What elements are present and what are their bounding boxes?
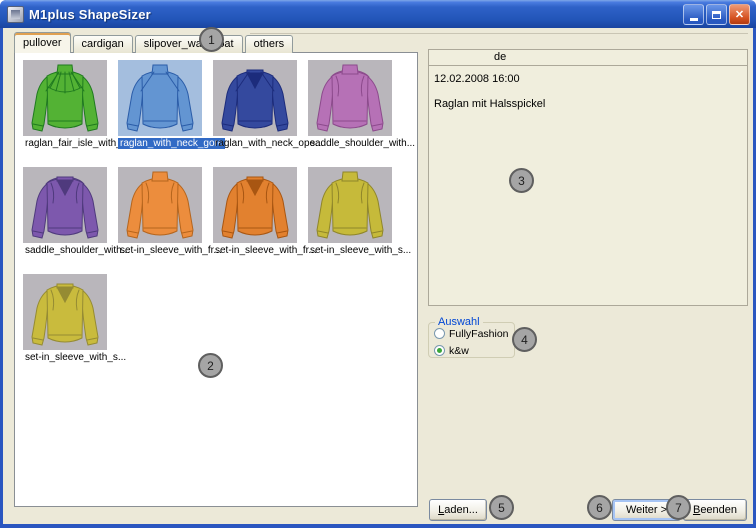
callout-5: 5 bbox=[489, 495, 514, 520]
annotation-callout-number: 5 bbox=[498, 501, 505, 515]
shapesizer-window: M1plus ShapeSizer ✕ pullovercardiganslip… bbox=[0, 0, 756, 528]
title-bar: M1plus ShapeSizer ✕ bbox=[0, 0, 756, 28]
auswahl-groupbox-label: Auswahl bbox=[435, 316, 483, 329]
annotation-callout-number: 7 bbox=[675, 501, 682, 515]
annotation-callout-number: 2 bbox=[207, 359, 214, 373]
info-description: Raglan mit Halsspickel bbox=[434, 98, 747, 110]
radio-option-1[interactable]: k&w bbox=[434, 344, 514, 357]
info-language-header: de bbox=[429, 50, 747, 66]
tab-strip-extension-line bbox=[250, 33, 748, 34]
gallery-item-5[interactable]: set-in_sleeve_with_fr... bbox=[118, 167, 202, 257]
gallery-item-label: raglan_fair_isle_with_... bbox=[23, 138, 132, 149]
gallery-item-2[interactable]: raglan_with_neck_ope... bbox=[213, 60, 297, 150]
sweater-icon bbox=[213, 60, 297, 136]
radio-option-label: k&w bbox=[449, 345, 469, 357]
shape-grid: raglan_fair_isle_with_... raglan_with_ne… bbox=[15, 53, 417, 506]
gallery-item-4[interactable]: saddle_shoulder_with... bbox=[23, 167, 107, 257]
shape-list-panel: raglan_fair_isle_with_... raglan_with_ne… bbox=[14, 52, 418, 507]
tab-others[interactable]: others bbox=[245, 35, 294, 53]
tab-cardigan[interactable]: cardigan bbox=[73, 35, 133, 53]
annotation-callout-number: 1 bbox=[208, 33, 215, 47]
sweater-icon bbox=[23, 60, 107, 136]
sweater-icon bbox=[308, 60, 392, 136]
callout-1: 1 bbox=[199, 27, 224, 52]
maximize-icon bbox=[712, 11, 721, 19]
gallery-item-label: set-in_sleeve_with_s... bbox=[23, 352, 128, 363]
annotation-callout-number: 3 bbox=[518, 174, 525, 188]
gallery-item-0[interactable]: raglan_fair_isle_with_... bbox=[23, 60, 107, 150]
callout-6: 6 bbox=[587, 495, 612, 520]
gallery-item-label: saddle_shoulder_with... bbox=[23, 245, 132, 256]
maximize-button[interactable] bbox=[706, 4, 727, 25]
gallery-item-8[interactable]: set-in_sleeve_with_s... bbox=[23, 274, 107, 364]
auswahl-groupbox: Auswahl FullyFashion k&w bbox=[428, 322, 515, 358]
callout-4: 4 bbox=[512, 327, 537, 352]
sweater-icon bbox=[118, 60, 202, 136]
gallery-item-1[interactable]: raglan_with_neck_gore bbox=[118, 60, 202, 150]
radio-icon bbox=[434, 328, 445, 339]
info-date: 12.02.2008 16:00 bbox=[434, 73, 747, 85]
close-icon: ✕ bbox=[735, 8, 744, 21]
callout-7: 7 bbox=[666, 495, 691, 520]
gallery-item-label: raglan_with_neck_gore bbox=[118, 138, 225, 149]
radio-option-label: FullyFashion bbox=[449, 328, 509, 340]
annotation-callout-number: 6 bbox=[596, 501, 603, 515]
window-title: M1plus ShapeSizer bbox=[29, 7, 151, 22]
sweater-icon bbox=[23, 167, 107, 243]
beenden-button[interactable]: Beenden bbox=[683, 499, 747, 521]
laden-button[interactable]: Laden... bbox=[429, 499, 487, 521]
radio-icon bbox=[434, 345, 445, 356]
tab-pullover[interactable]: pullover bbox=[14, 32, 71, 53]
gallery-item-label: saddle_shoulder_with... bbox=[308, 138, 417, 149]
gallery-item-label: set-in_sleeve_with_fr... bbox=[118, 245, 224, 256]
gallery-item-label: set-in_sleeve_with_fr... bbox=[213, 245, 319, 256]
minimize-button[interactable] bbox=[683, 4, 704, 25]
tab-strip: pullovercardiganslipover_waistcoatothers bbox=[14, 32, 295, 53]
callout-3: 3 bbox=[509, 168, 534, 193]
info-panel: de 12.02.2008 16:00 Raglan mit Halsspick… bbox=[428, 49, 748, 306]
close-button[interactable]: ✕ bbox=[729, 4, 750, 25]
sweater-icon bbox=[213, 167, 297, 243]
annotation-callout-number: 4 bbox=[521, 333, 528, 347]
gallery-item-3[interactable]: saddle_shoulder_with... bbox=[308, 60, 392, 150]
app-icon bbox=[7, 6, 24, 23]
gallery-item-7[interactable]: set-in_sleeve_with_s... bbox=[308, 167, 392, 257]
gallery-item-6[interactable]: set-in_sleeve_with_fr... bbox=[213, 167, 297, 257]
sweater-icon bbox=[308, 167, 392, 243]
tab-slipover_waistcoat[interactable]: slipover_waistcoat bbox=[135, 35, 243, 53]
callout-2: 2 bbox=[198, 353, 223, 378]
gallery-item-label: set-in_sleeve_with_s... bbox=[308, 245, 413, 256]
minimize-icon bbox=[690, 18, 698, 21]
sweater-icon bbox=[118, 167, 202, 243]
sweater-icon bbox=[23, 274, 107, 350]
